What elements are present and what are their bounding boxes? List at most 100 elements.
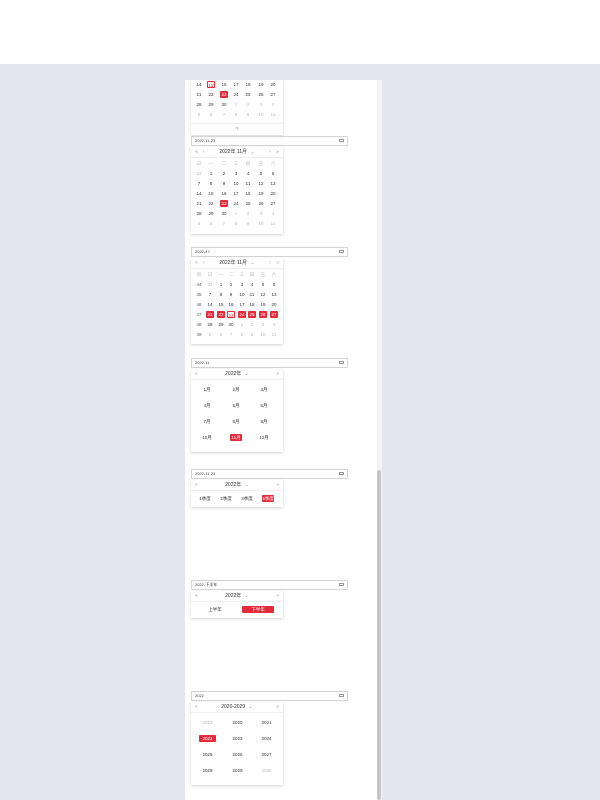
date-cell[interactable]: 18 (244, 190, 252, 197)
date-cell[interactable]: 19 (259, 301, 267, 308)
date-cell[interactable]: 19 (257, 81, 265, 88)
date-cell[interactable]: 4 (269, 101, 277, 108)
date-cell[interactable]: 7 (220, 220, 228, 227)
date-cell[interactable]: 9 (227, 291, 235, 298)
date-cell[interactable]: 30 (227, 321, 235, 328)
next-year-icon[interactable]: » (276, 147, 279, 157)
date-cell[interactable]: 20 (269, 81, 277, 88)
date-cell[interactable]: 5 (206, 331, 214, 338)
date-cell[interactable]: 9 (244, 220, 252, 227)
date-cell[interactable]: 10 (257, 111, 265, 118)
date-cell[interactable]: 10 (238, 291, 246, 298)
date-cell[interactable]: 26 (259, 311, 267, 318)
year-picker-title[interactable]: 2020-2029 (221, 704, 245, 710)
prev-decade-icon[interactable]: « (195, 702, 198, 712)
date-cell[interactable]: 8 (232, 220, 240, 227)
date-cell[interactable]: 25 (248, 311, 256, 318)
date-cell[interactable]: 7 (227, 331, 235, 338)
date-cell[interactable]: 3 (238, 281, 246, 288)
date-cell[interactable]: 31 (206, 281, 214, 288)
date-cell[interactable]: 27 (270, 311, 278, 318)
date-cell[interactable]: 8 (207, 180, 215, 187)
date-cell[interactable]: 4 (270, 321, 278, 328)
next-year-icon[interactable]: » (276, 258, 279, 268)
date-cell[interactable]: 27 (269, 200, 277, 207)
today-link[interactable]: 今 (191, 123, 283, 133)
date-cell[interactable]: 20 (270, 301, 278, 308)
scrollbar-thumb[interactable] (377, 470, 381, 800)
date-cell[interactable]: 10 (259, 331, 267, 338)
date-cell[interactable]: 24 (238, 311, 246, 318)
year-cell[interactable]: 2022 (199, 735, 216, 742)
date-input[interactable]: 2022-11-23 (191, 136, 348, 146)
date-cell[interactable]: 3 (257, 210, 265, 217)
date-cell[interactable]: 7 (206, 291, 214, 298)
date-cell[interactable]: 16 (227, 301, 235, 308)
year-cell[interactable]: 2025 (199, 751, 216, 758)
date-cell[interactable]: 11 (244, 180, 252, 187)
quarter-cell[interactable]: 1季度 (199, 495, 211, 502)
month-input[interactable]: 2022-11 (191, 358, 348, 368)
year-cell[interactable]: 2020 (229, 719, 246, 726)
date-cell[interactable]: 25 (244, 91, 252, 98)
date-cell[interactable]: 31 (195, 170, 203, 177)
date-cell[interactable]: 15 (207, 190, 215, 197)
date-cell[interactable]: 22 (207, 91, 215, 98)
date-cell[interactable]: 14 (206, 301, 214, 308)
date-cell[interactable]: 5 (195, 220, 203, 227)
date-cell[interactable]: 5 (195, 111, 203, 118)
month-cell[interactable]: 6月 (258, 402, 270, 409)
month-cell[interactable]: 1月 (201, 386, 213, 393)
date-cell[interactable]: 26 (257, 91, 265, 98)
date-cell[interactable]: 8 (232, 111, 240, 118)
date-cell[interactable]: 17 (238, 301, 246, 308)
date-cell[interactable]: 12 (259, 291, 267, 298)
date-cell[interactable]: 27 (269, 91, 277, 98)
date-cell[interactable]: 6 (269, 170, 277, 177)
prev-year-icon[interactable]: « (195, 369, 198, 379)
half-year-cell[interactable]: 下半年 (242, 606, 274, 613)
prev-year-icon[interactable]: « (195, 591, 198, 601)
date-cell[interactable]: 11 (248, 291, 256, 298)
quarter-cell[interactable]: 3季度 (241, 495, 253, 502)
year-cell[interactable]: 2026 (229, 751, 246, 758)
date-cell[interactable]: 6 (217, 331, 225, 338)
month-cell[interactable]: 3月 (258, 386, 270, 393)
next-month-icon[interactable]: › (269, 147, 271, 157)
date-cell[interactable]: 2 (227, 281, 235, 288)
date-cell[interactable]: 6 (207, 111, 215, 118)
date-cell[interactable]: 15 (207, 81, 215, 88)
date-cell[interactable]: 22 (217, 311, 225, 318)
date-cell[interactable]: 21 (195, 200, 203, 207)
prev-month-icon[interactable]: ‹ (203, 147, 205, 157)
month-cell[interactable]: 9月 (258, 418, 270, 425)
year-cell[interactable]: 2021 (258, 719, 275, 726)
date-cell[interactable]: 23 (220, 200, 228, 207)
date-cell[interactable]: 4 (244, 170, 252, 177)
month-cell[interactable]: 2月 (230, 386, 242, 393)
prev-year-icon[interactable]: « (195, 480, 198, 490)
date-cell[interactable]: 9 (248, 331, 256, 338)
date-cell[interactable]: 23 (220, 91, 228, 98)
date-cell[interactable]: 23 (227, 311, 235, 318)
date-cell[interactable]: 25 (244, 200, 252, 207)
date-cell[interactable]: 10 (257, 220, 265, 227)
date-cell[interactable]: 1 (217, 281, 225, 288)
date-cell[interactable]: 7 (195, 180, 203, 187)
year-cell[interactable]: 2019 (199, 719, 216, 726)
date-cell[interactable]: 29 (207, 210, 215, 217)
next-year-icon[interactable]: » (276, 369, 279, 379)
date-cell[interactable]: 9 (220, 180, 228, 187)
date-cell[interactable]: 4 (248, 281, 256, 288)
date-cell[interactable]: 1 (232, 101, 240, 108)
date-cell[interactable]: 7 (220, 111, 228, 118)
date-cell[interactable]: 3 (232, 170, 240, 177)
month-cell[interactable]: 8月 (230, 418, 242, 425)
half-year-input[interactable]: 2022-下半年 (191, 580, 348, 590)
quarter-cell[interactable]: 4季度 (262, 495, 274, 502)
half-year-cell[interactable]: 上半年 (199, 606, 231, 613)
date-cell[interactable]: 26 (257, 200, 265, 207)
date-cell[interactable]: 6 (270, 281, 278, 288)
date-cell[interactable]: 16 (220, 190, 228, 197)
date-cell[interactable]: 2 (244, 210, 252, 217)
